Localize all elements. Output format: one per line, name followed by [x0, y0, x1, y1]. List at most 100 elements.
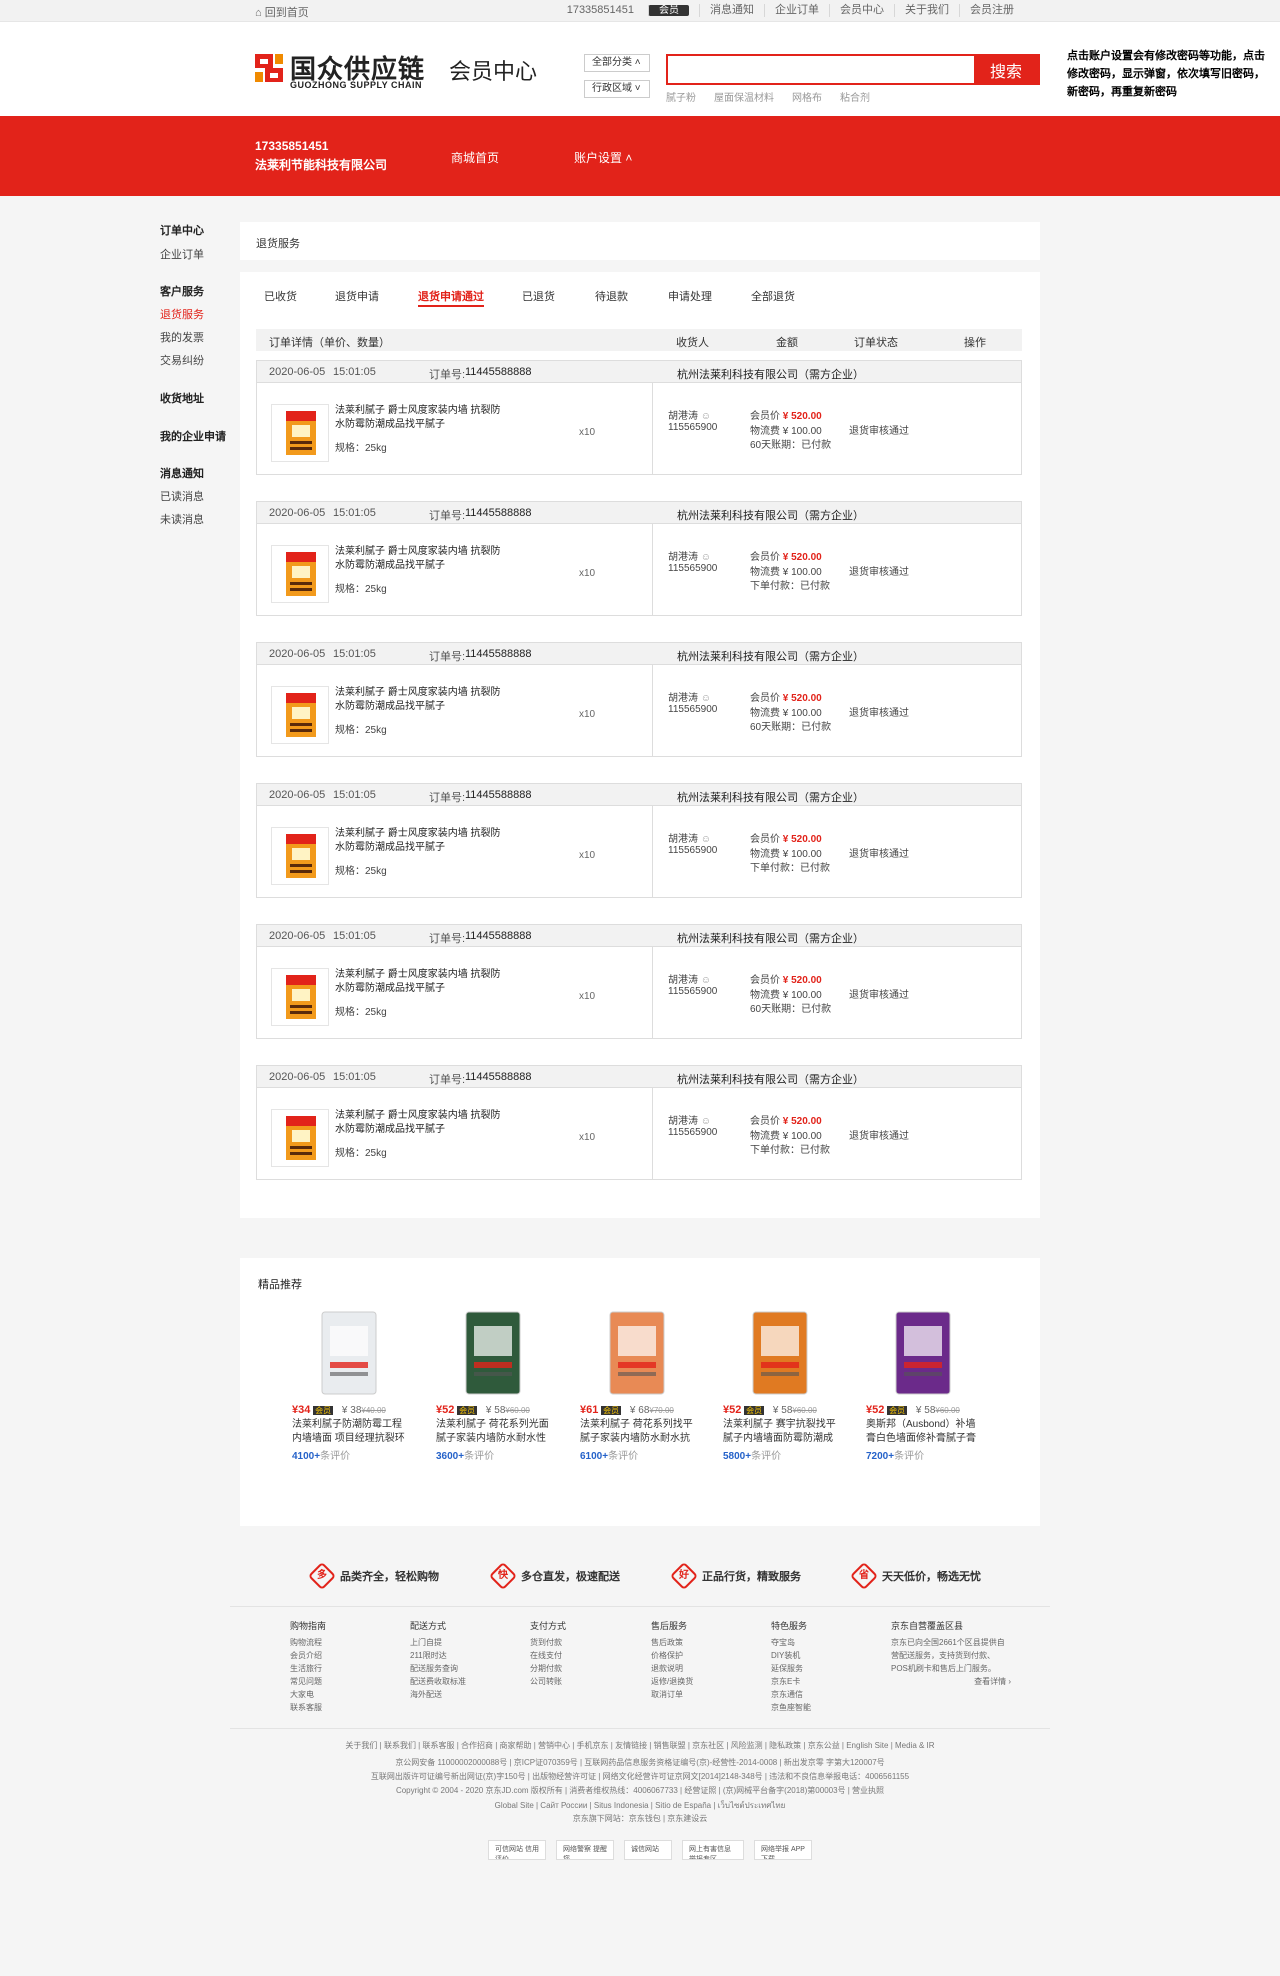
product-bag-icon[interactable] — [602, 1304, 672, 1399]
product-bag-icon[interactable] — [888, 1304, 958, 1399]
product-image[interactable] — [271, 827, 329, 885]
tab-all-returns[interactable]: 全部退货 — [751, 288, 795, 304]
footer-link[interactable]: 生活旅行 — [290, 1662, 326, 1675]
tab-pending-refund[interactable]: 待退款 — [595, 288, 628, 304]
footer-link[interactable]: 查看详情 › — [891, 1675, 1011, 1688]
order-no[interactable]: 11445588888 — [465, 366, 531, 378]
trust-badge[interactable]: 网络举报 APP下载 — [754, 1840, 812, 1860]
footer-link[interactable]: 常见问题 — [290, 1675, 326, 1688]
product-bag-icon[interactable] — [458, 1304, 528, 1399]
product-image[interactable] — [271, 404, 329, 462]
product-name[interactable]: 法莱利腻子 赛宇抗裂找平腻子内墙墙面防霉防潮成品耐 — [723, 1418, 841, 1446]
footer-link[interactable]: 京鱼座智能 — [771, 1701, 811, 1714]
footer-link[interactable]: 大家电 — [290, 1688, 326, 1701]
product-bag-icon[interactable] — [314, 1304, 384, 1399]
footer-link[interactable]: 价格保护 — [651, 1649, 693, 1662]
footer-link[interactable]: 海外配送 — [410, 1688, 466, 1701]
footer-link[interactable]: 取消订单 — [651, 1688, 693, 1701]
order-no[interactable]: 11445588888 — [465, 789, 531, 801]
nav-mall-home[interactable]: 商城首页 — [451, 149, 499, 166]
product-name[interactable]: 法莱利腻子 爵士风度家装内墙 抗裂防水防霉防潮成品找平腻子 — [335, 686, 505, 714]
product-image[interactable] — [271, 545, 329, 603]
tab-return-approved[interactable]: 退货申请通过 — [418, 288, 484, 307]
top-link-enterprise-orders[interactable]: 企业订单 — [764, 4, 829, 17]
footer-link[interactable]: 货到付款 — [530, 1636, 566, 1649]
footer-links[interactable]: 关于我们 | 联系我们 | 联系客服 | 合作招商 | 商家帮助 | 营销中心 … — [230, 1740, 1050, 1751]
top-link-register[interactable]: 会员注册 — [959, 4, 1024, 17]
product-name[interactable]: 法莱利腻子 爵士风度家装内墙 抗裂防水防霉防潮成品找平腻子 — [335, 1109, 505, 1137]
hot-word[interactable]: 腻子粉 — [666, 89, 696, 104]
sidebar-group-customer-service[interactable]: 客户服务 — [160, 283, 204, 299]
sidebar-item-invoices[interactable]: 我的发票 — [160, 329, 204, 345]
tab-returned[interactable]: 已退货 — [522, 288, 555, 304]
tab-received[interactable]: 已收货 — [264, 288, 297, 304]
product-image[interactable] — [271, 968, 329, 1026]
footer-link[interactable]: 购物流程 — [290, 1636, 326, 1649]
hot-word[interactable]: 粘合剂 — [840, 89, 870, 104]
footer-link[interactable]: 分期付款 — [530, 1662, 566, 1675]
sidebar-item-enterprise-orders[interactable]: 企业订单 — [160, 246, 204, 262]
nav-account-settings[interactable]: 账户设置 ˄ — [574, 149, 632, 166]
product-image[interactable] — [271, 686, 329, 744]
tab-processing[interactable]: 申请处理 — [668, 288, 712, 304]
sidebar-item-disputes[interactable]: 交易纠纷 — [160, 352, 204, 368]
category-select[interactable]: 全部分类 ˄ — [584, 54, 650, 72]
footer-link[interactable]: 211限时达 — [410, 1649, 466, 1662]
footer-link[interactable]: 退款说明 — [651, 1662, 693, 1675]
sidebar-item-unread-messages[interactable]: 未读消息 — [160, 511, 204, 527]
sidebar-group-address[interactable]: 收货地址 — [160, 390, 204, 406]
product-name[interactable]: 法莱利腻子 爵士风度家装内墙 抗裂防水防霉防潮成品找平腻子 — [335, 827, 505, 855]
search-input[interactable] — [668, 56, 973, 83]
footer-link[interactable]: 配送费收取标准 — [410, 1675, 466, 1688]
product-comments[interactable]: 3600+条评价 — [436, 1447, 494, 1462]
logo-icon[interactable] — [255, 52, 283, 86]
product-name[interactable]: 法莱利腻子 荷花系列找平腻子家装内墙防水耐水抗裂性 — [580, 1418, 698, 1446]
home-link[interactable]: ⌂ 回到首页 — [255, 4, 309, 20]
footer-link[interactable]: 延保服务 — [771, 1662, 811, 1675]
footer-link[interactable]: 会员介绍 — [290, 1649, 326, 1662]
product-name[interactable]: 法莱利腻子防潮防霉工程内墙墙面 项目经理抗裂环保找 — [292, 1418, 410, 1446]
trust-badge[interactable]: 可信网站 信用评价 — [488, 1840, 546, 1860]
top-link-messages[interactable]: 消息通知 — [699, 4, 764, 17]
order-no[interactable]: 11445588888 — [465, 930, 531, 942]
order-no[interactable]: 11445588888 — [465, 507, 531, 519]
footer-link[interactable]: 夺宝岛 — [771, 1636, 811, 1649]
sidebar-item-returns[interactable]: 退货服务 — [160, 306, 204, 322]
footer-link[interactable]: 京东E卡 — [771, 1675, 811, 1688]
sidebar-item-read-messages[interactable]: 已读消息 — [160, 488, 204, 504]
hot-word[interactable]: 屋面保温材料 — [714, 89, 774, 104]
search-button[interactable]: 搜索 — [974, 56, 1038, 83]
footer-link[interactable]: 返修/退换货 — [651, 1675, 693, 1688]
product-comments[interactable]: 4100+条评价 — [292, 1447, 350, 1462]
order-no[interactable]: 11445588888 — [465, 648, 531, 660]
nav-account-settings-label[interactable]: 账户设置 — [574, 151, 622, 165]
product-bag-icon[interactable] — [745, 1304, 815, 1399]
footer-link[interactable]: 售后政策 — [651, 1636, 693, 1649]
product-comments[interactable]: 6100+条评价 — [580, 1447, 638, 1462]
footer-link[interactable]: 联系客服 — [290, 1701, 326, 1714]
footer-link[interactable]: 公司转账 — [530, 1675, 566, 1688]
product-name[interactable]: 法莱利腻子 爵士风度家装内墙 抗裂防水防霉防潮成品找平腻子 — [335, 545, 505, 573]
top-link-member-center[interactable]: 会员中心 — [829, 4, 894, 17]
top-link-about[interactable]: 关于我们 — [894, 4, 959, 17]
product-name[interactable]: 奥斯邦（Ausbond）补墙膏白色墙面修补膏腻子膏粉刷 — [866, 1418, 984, 1446]
trust-badge[interactable]: 网络警察 提醒您 — [556, 1840, 614, 1860]
footer-link[interactable]: 上门自提 — [410, 1636, 466, 1649]
footer-link[interactable]: 京东已向全国2661个区县提供自营配送服务，支持货到付款、POS机刷卡和售后上门… — [891, 1636, 1011, 1675]
sidebar-group-order-center[interactable]: 订单中心 — [160, 222, 204, 238]
product-name[interactable]: 法莱利腻子 荷花系列光面腻子家装内墙防水耐水性好环 — [436, 1418, 554, 1446]
footer-line[interactable]: 京东旗下网站：京东钱包 | 京东建设云 — [230, 1813, 1050, 1824]
sidebar-group-messages[interactable]: 消息通知 — [160, 465, 204, 481]
product-comments[interactable]: 5800+条评价 — [723, 1447, 781, 1462]
tab-return-request[interactable]: 退货申请 — [335, 288, 379, 304]
footer-line[interactable]: Global Site | Сайт России | Situs Indone… — [230, 1799, 1050, 1812]
hot-word[interactable]: 网格布 — [792, 89, 822, 104]
product-name[interactable]: 法莱利腻子 爵士风度家装内墙 抗裂防水防霉防潮成品找平腻子 — [335, 404, 505, 432]
region-select[interactable]: 行政区域 ˅ — [584, 80, 650, 98]
footer-link[interactable]: 在线支付 — [530, 1649, 566, 1662]
footer-link[interactable]: DIY装机 — [771, 1649, 811, 1662]
home-link-label[interactable]: 回到首页 — [265, 7, 309, 19]
product-image[interactable] — [271, 1109, 329, 1167]
product-name[interactable]: 法莱利腻子 爵士风度家装内墙 抗裂防水防霉防潮成品找平腻子 — [335, 968, 505, 996]
trust-badge[interactable]: 网上有害信息 举报专区 — [682, 1840, 744, 1860]
